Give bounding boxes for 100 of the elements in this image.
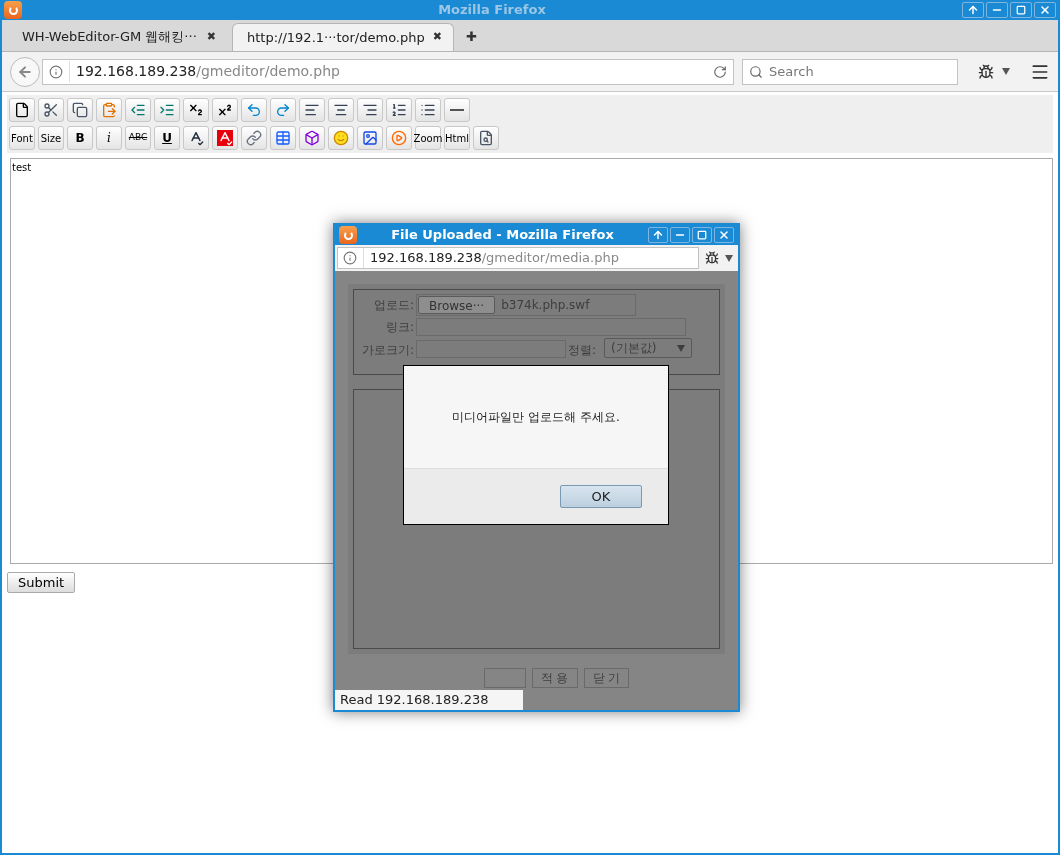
table-icon: [275, 130, 291, 146]
spellcheck-icon: [217, 130, 233, 146]
toolbar-button[interactable]: [357, 98, 383, 122]
maximize-button[interactable]: [692, 227, 712, 243]
undo-icon: [246, 102, 262, 118]
toolbar-button[interactable]: [67, 98, 93, 122]
browser-logo-icon: [4, 1, 22, 19]
toolbar-button[interactable]: [444, 98, 470, 122]
raise-button[interactable]: [962, 2, 984, 18]
toolbar-button[interactable]: [357, 126, 383, 150]
close-button[interactable]: [714, 227, 734, 243]
page-icon: [14, 102, 30, 118]
toolbar-button[interactable]: [473, 126, 499, 150]
link-label: 링크:: [384, 319, 414, 336]
info-icon: [49, 64, 63, 79]
width-label: 가로크기:: [360, 342, 414, 359]
spellcheck-icon: [188, 130, 204, 146]
bug-icon[interactable]: [705, 251, 719, 265]
toolbar-button[interactable]: Html: [444, 126, 470, 150]
upload-label: 업로드:: [372, 297, 414, 314]
tab-title: http://192.1···tor/demo.php: [247, 28, 425, 47]
bug-icon[interactable]: [978, 63, 994, 80]
smiley-icon: [333, 130, 349, 146]
scissors-icon: [43, 102, 59, 118]
url-text: 192.168.189.238/gmeditor/demo.php: [69, 61, 707, 82]
italic-button[interactable]: i: [96, 126, 122, 150]
subscript-icon: [188, 102, 204, 118]
select-value: (기본값): [611, 340, 657, 357]
align-center-icon: [333, 102, 349, 118]
reload-icon[interactable]: [713, 64, 727, 79]
close-icon: [1039, 4, 1051, 16]
toolbar-button[interactable]: [299, 98, 325, 122]
indent-icon: [159, 102, 175, 118]
ok-button[interactable]: OK: [560, 485, 642, 508]
browse-button[interactable]: Browse···: [418, 296, 496, 314]
toolbar-button[interactable]: [183, 98, 209, 122]
copy-icon: [72, 102, 88, 118]
tab-title: WH-WebEditor-GM 웹해킹···: [22, 28, 198, 47]
close-icon: [718, 229, 730, 241]
search-field[interactable]: Search: [742, 58, 958, 85]
minimize-button[interactable]: [670, 227, 690, 243]
outdent-icon: [130, 102, 146, 118]
window-title: Mozilla Firefox: [437, 1, 547, 20]
tab-close-button[interactable]: ✖: [432, 29, 442, 46]
new-tab-button[interactable]: ✚: [456, 23, 487, 51]
search-input[interactable]: Search: [769, 61, 951, 82]
submit-button[interactable]: Submit: [7, 572, 76, 593]
arrow-up-icon: [652, 229, 664, 241]
toolbar-button[interactable]: [183, 126, 209, 150]
maximize-icon: [1016, 5, 1026, 15]
back-button[interactable]: [10, 56, 40, 87]
toolbar-button[interactable]: Zoom: [415, 126, 441, 150]
clipboard-icon: [101, 102, 117, 118]
alert-message: 미디어파일만 업로드해 주세요.: [452, 409, 620, 426]
browser-logo-icon: [339, 226, 357, 244]
play-icon: [391, 130, 407, 146]
numbered-list-icon: [391, 102, 407, 118]
minimize-button[interactable]: [986, 2, 1008, 18]
superscript-icon: [217, 102, 233, 118]
address-field[interactable]: 192.168.189.238/gmeditor/demo.php: [42, 58, 734, 85]
status-text: Read 192.168.189.238: [335, 690, 523, 710]
arrow-up-icon: [967, 4, 979, 16]
tab-close-button[interactable]: ✖: [206, 28, 216, 46]
toolbar-button[interactable]: [212, 98, 238, 122]
toolbar-button[interactable]: [9, 98, 35, 122]
dropdown-arrow-icon[interactable]: [725, 254, 733, 262]
dropdown-arrow-icon[interactable]: [1002, 68, 1010, 75]
image-icon: [362, 130, 378, 146]
close-button[interactable]: [1034, 2, 1056, 18]
link-icon: [246, 130, 262, 146]
maximize-icon: [697, 230, 707, 240]
cube-icon: [304, 130, 320, 146]
file-field[interactable]: Browse··· b374k.php.swf: [416, 294, 636, 316]
bold-button[interactable]: B: [67, 126, 93, 150]
align-left-icon: [304, 102, 320, 118]
bullet-list-icon: [420, 102, 436, 118]
file-name: b374k.php.swf: [501, 297, 590, 314]
info-icon: [343, 251, 357, 265]
url-text: 192.168.189.238/gmeditor/media.php: [363, 248, 693, 268]
align-right-icon: [362, 102, 378, 118]
rule-icon: [450, 109, 464, 111]
underline-button[interactable]: U: [154, 126, 180, 150]
strikethrough-button[interactable]: ABC: [125, 126, 151, 150]
toolbar-button[interactable]: [415, 98, 441, 122]
address-field[interactable]: 192.168.189.238/gmeditor/media.php: [337, 247, 699, 269]
toolbar-button[interactable]: [328, 98, 354, 122]
align-label: 정렬:: [568, 342, 597, 359]
toolbar-button[interactable]: [299, 126, 325, 150]
search-icon: [749, 64, 763, 79]
toolbar-button[interactable]: Font: [9, 126, 35, 150]
redo-icon: [275, 102, 291, 118]
toolbar-button[interactable]: [386, 98, 412, 122]
popup-title: File Uploaded - Mozilla Firefox: [390, 226, 615, 245]
preview-icon: [478, 130, 494, 146]
toolbar-button[interactable]: Size: [38, 126, 64, 150]
raise-button[interactable]: [648, 227, 668, 243]
browser-tab[interactable]: http://192.1···tor/demo.php ✖: [232, 23, 454, 51]
toolbar-button[interactable]: [38, 98, 64, 122]
browser-tab[interactable]: WH-WebEditor-GM 웹해킹··· ✖: [8, 23, 230, 51]
maximize-button[interactable]: [1010, 2, 1032, 18]
